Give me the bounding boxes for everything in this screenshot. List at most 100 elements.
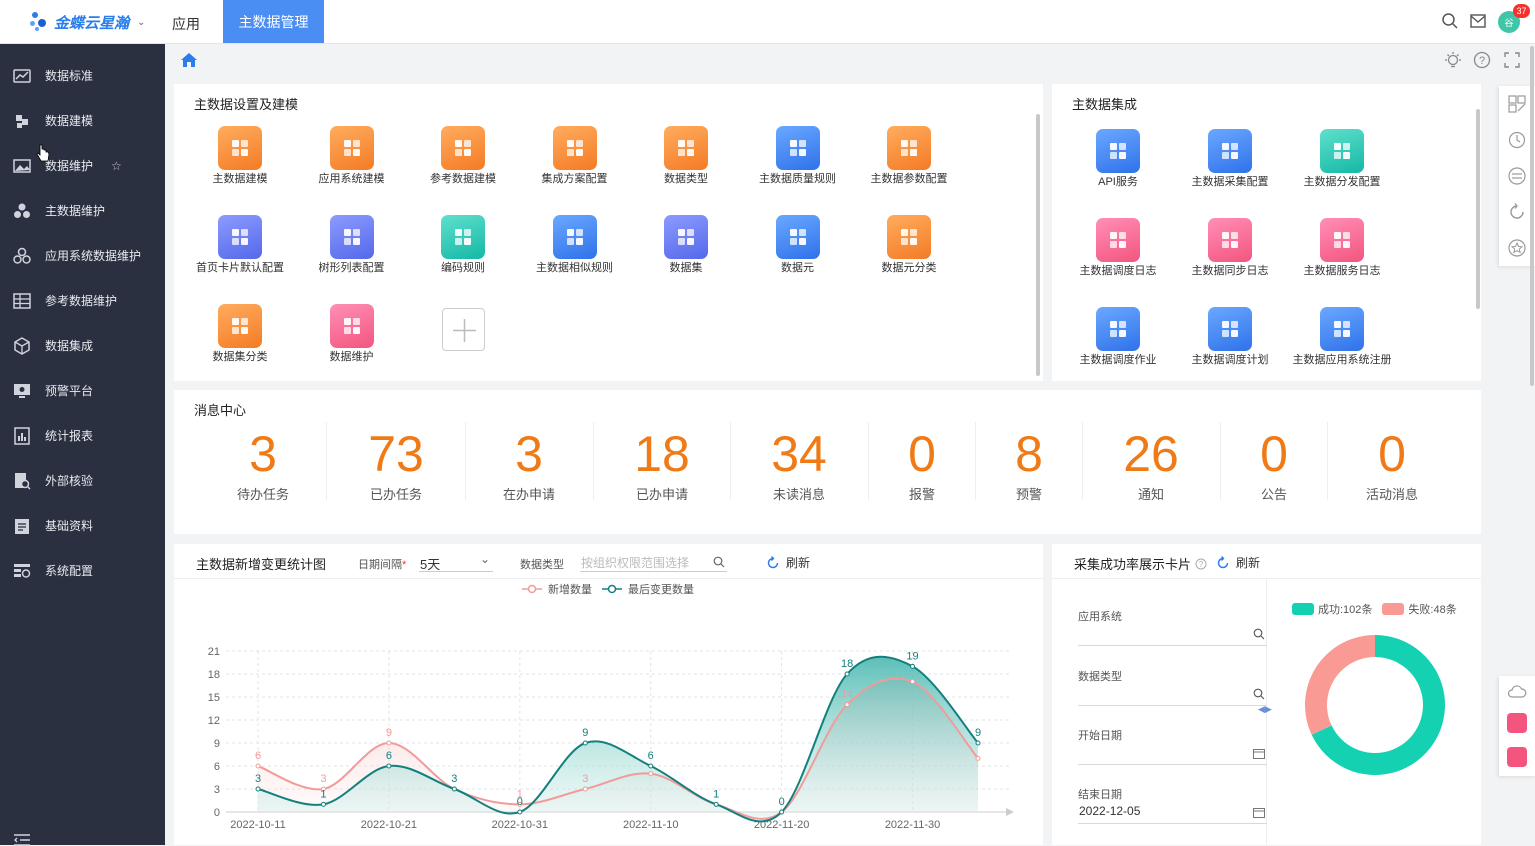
- data-type-field[interactable]: [1078, 686, 1267, 706]
- data-type-input[interactable]: 按组织权限范围选择: [580, 550, 727, 572]
- mail-icon[interactable]: [1469, 12, 1487, 30]
- data-point: [910, 663, 916, 669]
- message-stat[interactable]: 0 活动消息: [1332, 426, 1452, 503]
- app-shortcut-icon[interactable]: [1507, 713, 1527, 733]
- success-refresh-button[interactable]: 刷新: [1216, 554, 1260, 571]
- sidebar-item-statistics[interactable]: 统计报表: [0, 413, 165, 458]
- setup-tile[interactable]: 数据元: [742, 215, 854, 285]
- page-scrollbar[interactable]: [1530, 46, 1534, 386]
- setup-tile[interactable]: 数据集分类: [184, 304, 296, 374]
- sidebar-item-external-check[interactable]: 外部核验: [0, 458, 165, 503]
- message-stat[interactable]: 8 预警: [969, 426, 1089, 503]
- message-stat[interactable]: 18 已办申请: [602, 426, 722, 503]
- donut-legend: 成功:102条 失败:48条: [1292, 601, 1457, 617]
- setup-tile[interactable]: 集成方案配置: [519, 126, 631, 196]
- message-stat[interactable]: 34 未读消息: [739, 426, 859, 503]
- search-icon[interactable]: [1253, 628, 1265, 640]
- integration-tile[interactable]: 主数据分发配置: [1286, 129, 1398, 199]
- setup-scrollbar[interactable]: [1036, 114, 1040, 376]
- favorite-icon[interactable]: [1507, 238, 1527, 258]
- app-system-input[interactable]: [1078, 626, 1267, 646]
- collapse-toggle[interactable]: ◀▶: [1258, 704, 1272, 715]
- message-stat[interactable]: 3 待办任务: [203, 426, 323, 503]
- calendar-icon[interactable]: [1253, 748, 1265, 759]
- chart-refresh-button[interactable]: 刷新: [766, 554, 810, 571]
- setup-tile[interactable]: 主数据参数配置: [853, 126, 965, 196]
- interval-select-value: 5天: [420, 557, 441, 572]
- message-stat[interactable]: 0 公告: [1214, 426, 1334, 503]
- sidebar-item-master-data-maintenance[interactable]: 主数据维护: [0, 188, 165, 233]
- message-stat-value: 3: [515, 426, 543, 482]
- collapse-menu-icon[interactable]: [14, 834, 30, 846]
- setup-tile[interactable]: 数据维护: [296, 304, 408, 374]
- message-stat-label: 预警: [1015, 487, 1042, 502]
- nav-master-data[interactable]: 主数据管理: [223, 0, 324, 43]
- message-stat[interactable]: 26 通知: [1091, 426, 1211, 503]
- nav-app[interactable]: 应用: [172, 14, 200, 34]
- donut-slice[interactable]: [1305, 635, 1375, 735]
- setup-tile[interactable]: 树形列表配置: [296, 215, 408, 285]
- integration-tile-icon: [1096, 129, 1140, 173]
- sidebar-item-app-system-data[interactable]: 应用系统数据维护: [0, 233, 165, 278]
- integration-tile[interactable]: 主数据服务日志: [1286, 218, 1398, 288]
- app-logo[interactable]: 金蝶云星瀚 ⌄: [30, 8, 145, 36]
- history-icon[interactable]: [1507, 130, 1527, 150]
- sidebar-item-data-modeling[interactable]: 数据建模: [0, 98, 165, 143]
- org-shortcut-icon[interactable]: [1507, 747, 1527, 767]
- switch-icon[interactable]: [1507, 166, 1527, 186]
- chevron-down-icon[interactable]: ⌄: [137, 17, 145, 28]
- setup-tile[interactable]: 编码规则: [407, 215, 519, 285]
- lightbulb-icon[interactable]: [1444, 51, 1462, 69]
- star-icon[interactable]: ☆: [111, 159, 122, 173]
- sidebar-item-alert-platform[interactable]: 预警平台: [0, 368, 165, 413]
- setup-tile[interactable]: 参考数据建模: [407, 126, 519, 196]
- home-icon[interactable]: [180, 52, 198, 68]
- integration-tile[interactable]: 主数据调度计划: [1174, 307, 1286, 377]
- legend-fail-label[interactable]: 失败:48条: [1408, 601, 1456, 617]
- x-tick-label: 2022-11-30: [885, 819, 940, 831]
- integration-tile[interactable]: 主数据调度日志: [1062, 218, 1174, 288]
- legend-success-label[interactable]: 成功:102条: [1318, 601, 1372, 617]
- sidebar-item-data-integration[interactable]: 数据集成: [0, 323, 165, 368]
- fullscreen-icon[interactable]: [1503, 51, 1521, 69]
- message-stat[interactable]: 0 报警: [862, 426, 982, 503]
- setup-tile[interactable]: 首页卡片默认配置: [184, 215, 296, 285]
- integration-tile[interactable]: API服务: [1062, 129, 1174, 199]
- start-date-field[interactable]: [1078, 745, 1267, 765]
- setup-tile[interactable]: 主数据质量规则: [742, 126, 854, 196]
- integration-tile[interactable]: 主数据应用系统注册: [1286, 307, 1398, 377]
- integration-tile[interactable]: 主数据同步日志: [1174, 218, 1286, 288]
- sidebar-item-system-config[interactable]: 系统配置: [0, 548, 165, 593]
- message-stat[interactable]: 3 在办申请: [469, 426, 589, 503]
- search-icon[interactable]: [713, 556, 725, 568]
- layout-edit-icon[interactable]: [1507, 94, 1527, 114]
- reload-icon[interactable]: [1507, 202, 1527, 222]
- help-icon[interactable]: ?: [1473, 51, 1491, 69]
- integration-tile[interactable]: 主数据采集配置: [1174, 129, 1286, 199]
- success-rate-card: 采集成功率展示卡片 ? 刷新 应用系统 数据类型 开始日期 结束日期 2022-…: [1052, 544, 1481, 845]
- end-date-field[interactable]: 2022-12-05: [1078, 804, 1267, 824]
- setup-tile[interactable]: 数据元分类: [853, 215, 965, 285]
- integration-scrollbar[interactable]: [1476, 109, 1480, 309]
- setup-tile-label: 数据集分类: [212, 351, 268, 363]
- setup-tile[interactable]: 数据类型: [630, 126, 742, 196]
- chevron-down-icon: ⌄: [479, 552, 490, 566]
- message-stat[interactable]: 73 已办任务: [336, 426, 456, 503]
- search-icon[interactable]: [1441, 12, 1459, 30]
- integration-tile[interactable]: 主数据调度作业: [1062, 307, 1174, 377]
- sidebar-item-basic-data[interactable]: 基础资料: [0, 503, 165, 548]
- sidebar-item-data-standard[interactable]: 数据标准: [0, 53, 165, 98]
- sidebar-item-reference-data[interactable]: 参考数据维护: [0, 278, 165, 323]
- setup-tile[interactable]: 主数据建模: [184, 126, 296, 196]
- sidebar-item-data-maintenance[interactable]: 数据维护 ☆: [0, 143, 165, 188]
- cloud-icon[interactable]: [1507, 682, 1527, 702]
- help-icon[interactable]: ?: [1195, 558, 1207, 570]
- setup-tile[interactable]: 应用系统建模: [296, 126, 408, 196]
- interval-select[interactable]: 5天 ⌄: [419, 550, 493, 572]
- setup-tile[interactable]: 主数据相似规则: [519, 215, 631, 285]
- setup-tile[interactable]: 数据集: [630, 215, 742, 285]
- add-tile-button[interactable]: [442, 308, 485, 351]
- search-icon[interactable]: [1253, 688, 1265, 700]
- y-tick-label: 12: [208, 715, 220, 727]
- calendar-icon[interactable]: [1253, 807, 1265, 818]
